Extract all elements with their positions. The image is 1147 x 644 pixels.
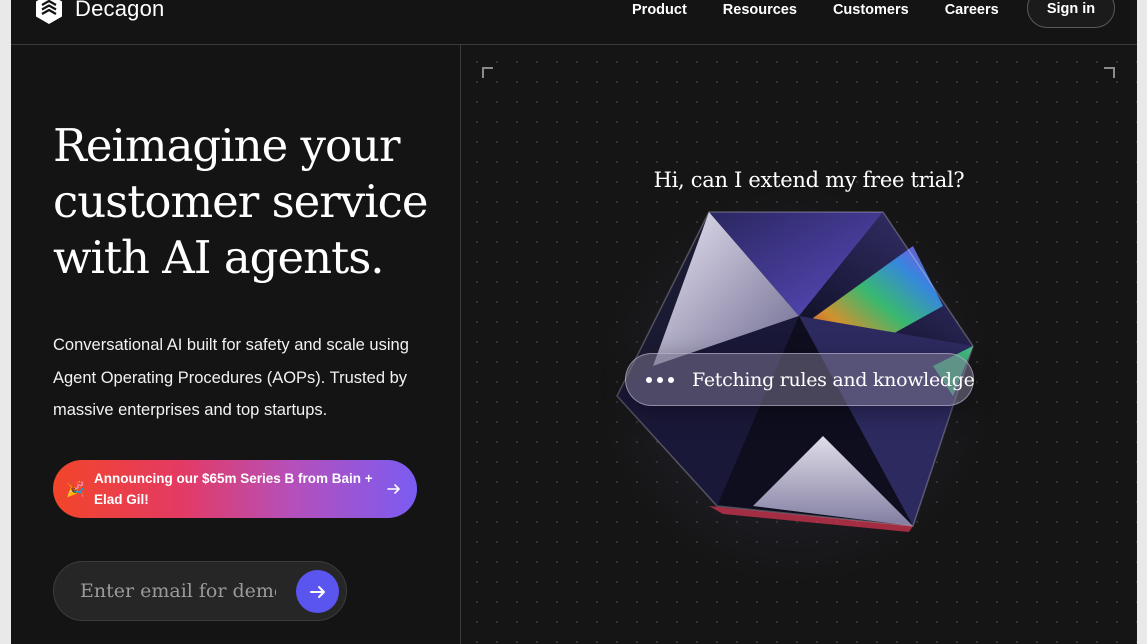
corner-bracket-top-right bbox=[1104, 67, 1115, 78]
hero-left: Reimagine your customer service with AI … bbox=[11, 46, 460, 644]
top-nav: Decagon Product Resources Customers Care… bbox=[11, 0, 1137, 45]
brand-name: Decagon bbox=[75, 0, 165, 21]
arrow-right-icon bbox=[309, 585, 325, 598]
nav-link-product[interactable]: Product bbox=[632, 2, 687, 18]
announcement-banner[interactable]: 🎉 Announcing our $65m Series B from Bain… bbox=[53, 460, 417, 518]
party-popper-icon: 🎉 bbox=[66, 481, 85, 498]
hero-subcopy: Conversational AI built for safety and s… bbox=[53, 336, 409, 419]
status-pill: Fetching rules and knowledge bbox=[625, 353, 975, 406]
nav-link-careers[interactable]: Careers bbox=[945, 2, 999, 18]
nav-link-resources[interactable]: Resources bbox=[723, 2, 797, 18]
loading-dots-icon bbox=[646, 376, 674, 383]
nav-link-customers[interactable]: Customers bbox=[833, 2, 909, 18]
hero-headline: Reimagine your customer service with AI … bbox=[53, 119, 428, 284]
demo-panel: Hi, can I extend my free trial? Fetching… bbox=[461, 46, 1137, 644]
brand[interactable]: Decagon bbox=[32, 0, 164, 26]
corner-bracket-top-left bbox=[482, 67, 493, 78]
email-input[interactable] bbox=[78, 574, 278, 608]
announcement-text: Announcing our $65m Series B from Bain +… bbox=[94, 471, 373, 507]
nav-links: Product Resources Customers Careers bbox=[632, 0, 999, 20]
status-text: Fetching rules and knowledge bbox=[692, 368, 975, 391]
email-submit-button[interactable] bbox=[296, 570, 339, 613]
decagon-logo-icon bbox=[36, 0, 62, 24]
page: Decagon Product Resources Customers Care… bbox=[11, 0, 1137, 644]
arrow-right-icon bbox=[387, 484, 400, 494]
sign-in-button[interactable]: Sign in bbox=[1027, 0, 1115, 28]
email-demo-form bbox=[53, 561, 347, 621]
